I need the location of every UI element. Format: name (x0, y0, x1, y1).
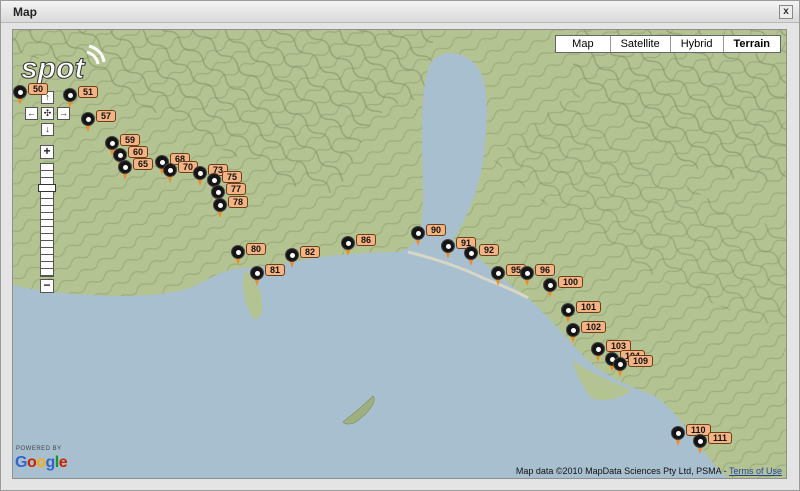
zoom-slider-track[interactable] (40, 163, 54, 277)
map-marker[interactable] (118, 160, 132, 180)
zoom-in-button[interactable]: + (40, 145, 54, 159)
marker-label[interactable]: 100 (558, 276, 584, 288)
marker-label[interactable]: 82 (300, 246, 321, 258)
map-canvas[interactable]: Map Satellite Hybrid Terrain spot ↑ ← ✣ … (12, 29, 787, 479)
map-marker[interactable] (566, 323, 580, 343)
map-marker[interactable] (63, 88, 77, 108)
map-type-hybrid-button[interactable]: Hybrid (669, 36, 723, 52)
pan-center-button[interactable]: ✣ (41, 107, 54, 120)
marker-label[interactable]: 80 (246, 243, 267, 255)
map-marker[interactable] (250, 266, 264, 286)
map-marker[interactable] (411, 226, 425, 246)
map-attribution: Map data ©2010 MapData Sciences Pty Ltd,… (516, 466, 782, 476)
marker-label[interactable]: 77 (226, 183, 247, 195)
map-marker[interactable] (163, 163, 177, 183)
marker-label[interactable]: 90 (426, 224, 447, 236)
map-marker[interactable] (441, 239, 455, 259)
google-logo-letter: e (58, 454, 68, 471)
close-button[interactable]: x (779, 5, 793, 19)
map-marker[interactable] (491, 266, 505, 286)
marker-label[interactable]: 60 (128, 146, 149, 158)
map-marker[interactable] (341, 236, 355, 256)
map-type-map-button[interactable]: Map (556, 36, 610, 52)
marker-label[interactable]: 59 (120, 134, 141, 146)
marker-label[interactable]: 101 (576, 301, 602, 313)
pan-down-button[interactable]: ↓ (41, 123, 54, 136)
map-type-terrain-button[interactable]: Terrain (722, 36, 780, 52)
pan-left-button[interactable]: ← (25, 107, 38, 120)
marker-label[interactable]: 92 (479, 244, 500, 256)
title-bar: Map x (1, 1, 799, 23)
map-marker[interactable] (613, 357, 627, 377)
map-window: Map x Map Satellite Hybrid Terrain spot … (0, 0, 800, 491)
map-marker[interactable] (81, 112, 95, 132)
zoom-slider-handle[interactable] (38, 184, 56, 193)
google-logo-letter: G (15, 454, 27, 471)
marker-label[interactable]: 102 (581, 321, 607, 333)
marker-label[interactable]: 57 (96, 110, 117, 122)
map-marker[interactable] (520, 266, 534, 286)
map-type-selector: Map Satellite Hybrid Terrain (555, 35, 781, 53)
map-marker[interactable] (671, 426, 685, 446)
terrain-layer (13, 30, 786, 478)
google-logo-letter: o (36, 454, 46, 471)
marker-label[interactable]: 96 (535, 264, 556, 276)
marker-label[interactable]: 111 (708, 432, 733, 444)
map-marker[interactable] (693, 434, 707, 454)
marker-label[interactable]: 78 (228, 196, 249, 208)
map-marker[interactable] (561, 303, 575, 323)
marker-label[interactable]: 81 (265, 264, 286, 276)
map-marker[interactable] (464, 246, 478, 266)
window-title: Map (13, 5, 37, 19)
map-marker[interactable] (285, 248, 299, 268)
map-marker[interactable] (193, 166, 207, 186)
pan-right-button[interactable]: → (57, 107, 70, 120)
powered-by-text: POWERED BY (16, 446, 62, 452)
terms-of-use-link[interactable]: Terms of Use (729, 466, 782, 476)
marker-label[interactable]: 75 (222, 171, 243, 183)
google-logo-letter: o (26, 454, 37, 471)
marker-label[interactable]: 50 (28, 83, 49, 95)
attribution-text: Map data ©2010 MapData Sciences Pty Ltd,… (515, 466, 727, 476)
zoom-out-button[interactable]: − (40, 279, 54, 293)
marker-label[interactable]: 109 (628, 355, 654, 367)
marker-label[interactable]: 86 (356, 234, 377, 246)
map-marker[interactable] (543, 278, 557, 298)
marker-label[interactable]: 65 (133, 158, 154, 170)
google-logo-letter: g (45, 454, 56, 471)
spot-logo-text: spot (21, 52, 86, 85)
map-type-satellite-button[interactable]: Satellite (609, 36, 670, 52)
map-marker[interactable] (231, 245, 245, 265)
map-marker[interactable] (213, 198, 227, 218)
map-marker[interactable] (591, 342, 605, 362)
google-logo[interactable]: Google (15, 454, 68, 472)
marker-label[interactable]: 51 (78, 86, 99, 98)
map-marker[interactable] (13, 85, 27, 105)
